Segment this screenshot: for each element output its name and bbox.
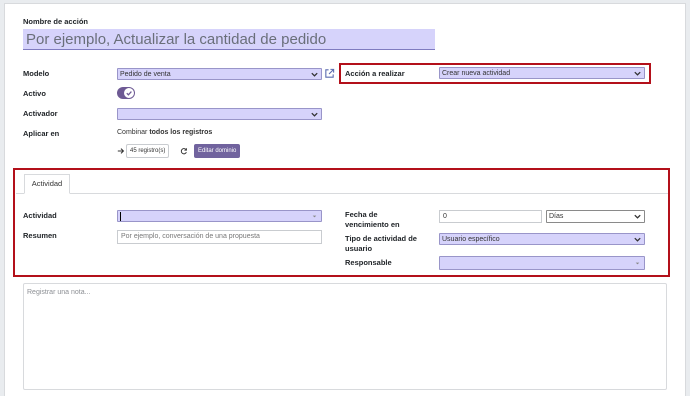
toggle-knob [124, 88, 134, 98]
activity-label: Actividad [23, 211, 57, 220]
text-cursor [120, 211, 121, 221]
user-type-label-line2: usuario [345, 243, 373, 253]
model-select-value: Pedido de venta [120, 71, 171, 78]
apply-on-bold: todos los registros [149, 129, 213, 136]
arrow-right-icon [117, 148, 125, 154]
check-icon [126, 91, 132, 96]
due-date-label: Fecha de vencimiento en [345, 210, 400, 230]
apply-on-prefix: Combinar [117, 129, 148, 136]
trigger-select[interactable] [117, 108, 322, 120]
model-select[interactable]: Pedido de venta [117, 68, 322, 80]
due-date-label-line1: Fecha de [345, 210, 378, 219]
apply-on-text: Combinar todos los registros [117, 129, 212, 136]
external-link-icon[interactable] [324, 68, 335, 79]
chevron-down-icon [634, 71, 641, 76]
active-toggle[interactable] [117, 87, 135, 99]
summary-input[interactable]: Por ejemplo, conversación de una propues… [117, 230, 322, 244]
due-date-unit-select[interactable]: Días [546, 210, 645, 223]
action-to-do-select[interactable]: Crear nueva actividad [439, 67, 645, 79]
responsible-select[interactable] [439, 256, 645, 270]
action-name-label: Nombre de acción [23, 17, 89, 26]
record-count-button[interactable]: 45 registro(s) [126, 144, 170, 158]
apply-on-label: Aplicar en [23, 129, 60, 138]
active-label: Activo [23, 89, 46, 98]
user-type-label-line1: Tipo de actividad de [345, 234, 417, 243]
chevron-down-icon [635, 262, 640, 265]
action-to-do-value: Crear nueva actividad [442, 70, 511, 77]
chevron-down-icon [311, 112, 318, 117]
due-date-input[interactable]: 0 [439, 210, 542, 223]
model-label: Modelo [23, 69, 50, 78]
user-type-value: Usuario específico [442, 236, 500, 243]
chevron-down-icon [634, 214, 641, 219]
chevron-down-icon [312, 215, 317, 218]
user-type-select[interactable]: Usuario específico [439, 233, 645, 245]
due-date-unit-value: Días [549, 213, 564, 220]
responsible-label: Responsable [345, 258, 392, 267]
edit-domain-button[interactable]: Editar dominio [194, 144, 241, 158]
note-editor[interactable]: Registrar una nota... [23, 283, 667, 390]
due-date-label-line2: vencimiento en [345, 219, 400, 229]
trigger-label: Activador [23, 109, 58, 118]
action-to-do-label: Acción a realizar [345, 69, 405, 78]
summary-label: Resumen [23, 231, 57, 240]
activity-type-select[interactable] [117, 210, 322, 222]
action-name-input[interactable]: Por ejemplo, Actualizar la cantidad de p… [23, 29, 435, 50]
refresh-icon[interactable] [180, 147, 188, 155]
chevron-down-icon [634, 237, 641, 242]
user-type-label: Tipo de actividad de usuario [345, 234, 417, 254]
chevron-down-icon [311, 72, 318, 77]
